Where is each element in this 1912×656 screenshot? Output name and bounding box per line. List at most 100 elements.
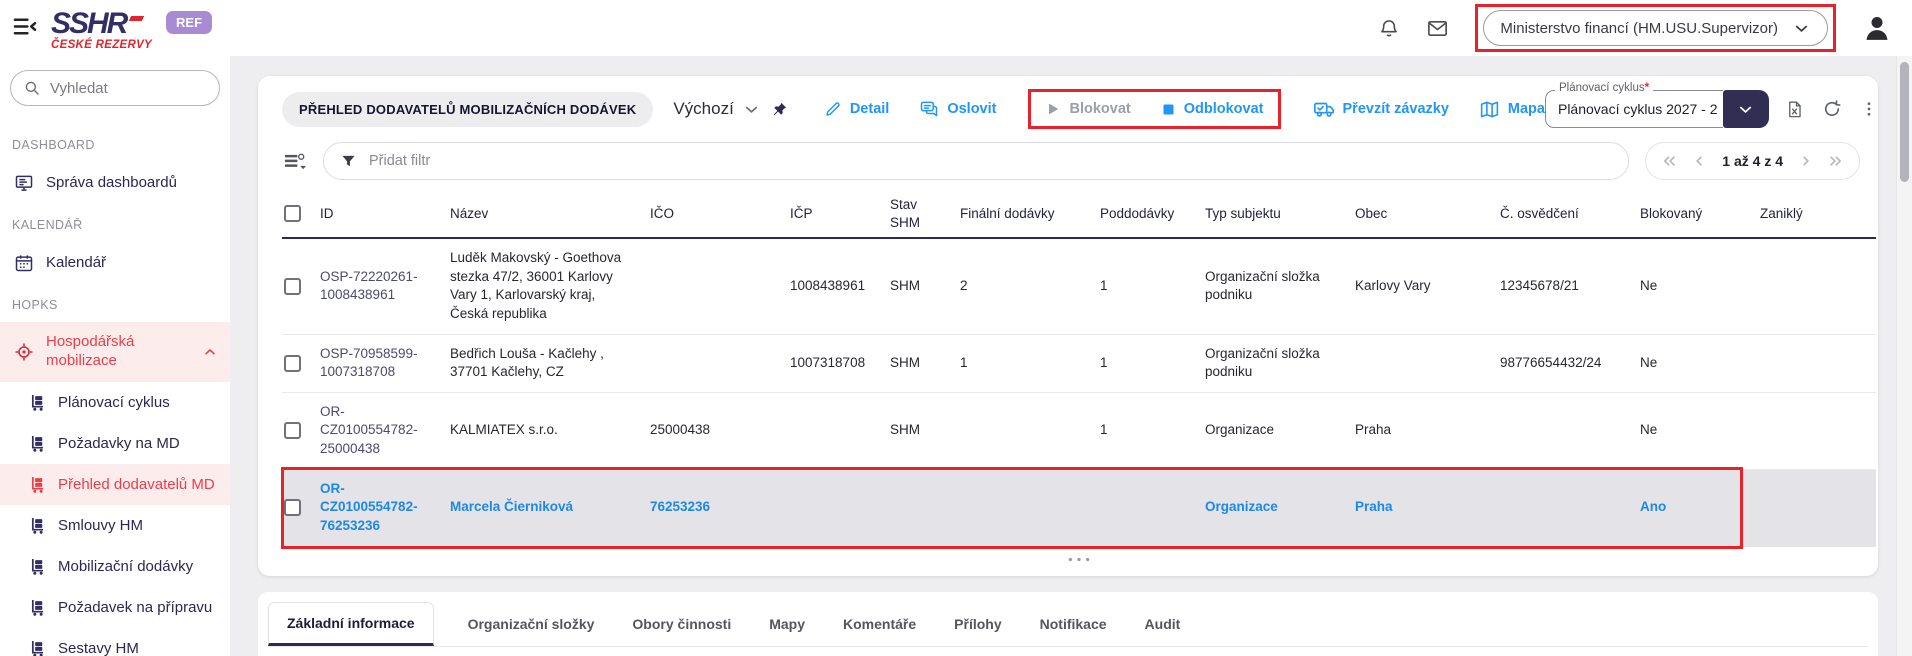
cell-id[interactable]: OSP-70958599-1007318708 bbox=[320, 346, 418, 380]
tab-notifikace[interactable]: Notifikace bbox=[1036, 604, 1111, 646]
row-checkbox[interactable] bbox=[284, 422, 301, 439]
mail-icon[interactable] bbox=[1426, 17, 1449, 40]
supply-icon bbox=[28, 475, 47, 494]
annotation-box-block-buttons: Blokovat Odblokovat bbox=[1028, 89, 1280, 129]
avatar-icon[interactable] bbox=[1862, 13, 1892, 43]
column-header[interactable]: Č. osvědčení bbox=[1500, 199, 1640, 229]
kebab-menu-icon[interactable] bbox=[1860, 100, 1878, 118]
pin-icon[interactable] bbox=[771, 101, 788, 118]
planning-cycle-dropdown-button[interactable] bbox=[1723, 90, 1769, 128]
view-selector[interactable]: Výchozí bbox=[673, 99, 760, 119]
table-row[interactable]: OSP-72220261-1008438961Luděk Makovský - … bbox=[282, 239, 1876, 335]
sidebar-subitem[interactable]: Sestavy HM bbox=[0, 628, 230, 656]
window-scrollbar bbox=[1896, 56, 1912, 656]
bell-icon[interactable] bbox=[1378, 17, 1400, 39]
density-icon[interactable] bbox=[282, 149, 307, 174]
cell-c-osvedceni: 12345678/21 bbox=[1500, 278, 1579, 293]
sidebar-subitem[interactable]: Smlouvy HM bbox=[0, 505, 230, 546]
toolbar-utility-icons bbox=[1785, 99, 1878, 119]
column-header[interactable]: Stav SHM bbox=[890, 190, 960, 237]
row-checkbox[interactable] bbox=[284, 278, 301, 295]
cell-stav-shm: SHM bbox=[890, 355, 920, 370]
scrollbar-thumb[interactable] bbox=[1900, 62, 1909, 182]
action-button-p-evz-t-z-vazky[interactable]: Převzít závazky bbox=[1313, 98, 1449, 120]
action-button-oslovit[interactable]: Oslovit bbox=[919, 99, 996, 119]
cell-blokovany: Ano bbox=[1640, 499, 1666, 514]
tab-mapy[interactable]: Mapy bbox=[765, 604, 809, 646]
search-input[interactable] bbox=[50, 80, 190, 97]
sidebar-subitem-label: Požadavek na přípravu bbox=[58, 599, 212, 616]
tab-organiza-n-slo-ky[interactable]: Organizační složky bbox=[464, 604, 599, 646]
column-header[interactable]: Poddodávky bbox=[1100, 199, 1205, 229]
app-logo: SSHR ČESKÉ REZERVY bbox=[51, 9, 152, 52]
annotation-box-role-select: Ministerstvo financí (HM.USU.Supervizor) bbox=[1475, 4, 1836, 52]
cell-blokovany: Ne bbox=[1640, 422, 1657, 437]
sidebar-item[interactable]: Hospodářská mobilizace bbox=[0, 322, 230, 382]
add-filter-input[interactable] bbox=[369, 153, 1612, 169]
action-label: Detail bbox=[850, 101, 890, 117]
column-header[interactable]: Blokovaný bbox=[1640, 199, 1760, 229]
cell-id[interactable]: OR-CZ0100554782-76253236 bbox=[320, 481, 418, 533]
chevron-right-icon[interactable] bbox=[1797, 152, 1815, 170]
sidebar-item-label: Kalendář bbox=[46, 254, 218, 273]
sidebar-search bbox=[10, 70, 220, 106]
sidebar-item[interactable]: Správa dashboardů bbox=[0, 162, 230, 204]
tab-p-lohy[interactable]: Přílohy bbox=[950, 604, 1005, 646]
app-window: SSHR ČESKÉ REZERVY REF Ministerstvo fina… bbox=[0, 0, 1912, 656]
action-label: Odblokovat bbox=[1184, 101, 1264, 117]
column-header[interactable]: ID bbox=[320, 199, 450, 229]
cell-id[interactable]: OR-CZ0100554782-25000438 bbox=[320, 404, 418, 456]
filter-input-wrap bbox=[323, 142, 1629, 180]
action-button-mapa[interactable]: Mapa bbox=[1479, 99, 1545, 120]
menu-collapse-icon[interactable] bbox=[12, 15, 37, 38]
refresh-icon[interactable] bbox=[1822, 99, 1842, 119]
tab-koment-e[interactable]: Komentáře bbox=[839, 604, 920, 646]
last-page-icon[interactable] bbox=[1827, 152, 1845, 170]
row-height-expander[interactable] bbox=[282, 547, 1876, 574]
table-row[interactable]: OR-CZ0100554782-25000438KALMIATEX s.r.o.… bbox=[282, 393, 1876, 470]
detail-tabs-card: Základní informace Organizační složky Obor… bbox=[258, 592, 1878, 656]
column-header[interactable]: Finální dodávky bbox=[960, 199, 1100, 229]
row-checkbox[interactable] bbox=[284, 499, 301, 516]
cell-id[interactable]: OSP-72220261-1008438961 bbox=[320, 269, 418, 303]
sidebar-subitem[interactable]: Přehled dodavatelů MD bbox=[0, 464, 230, 505]
column-header[interactable]: Obec bbox=[1355, 199, 1500, 229]
role-select[interactable]: Ministerstvo financí (HM.USU.Supervizor) bbox=[1483, 10, 1828, 46]
column-header[interactable]: Zaniklý bbox=[1760, 199, 1876, 229]
column-header[interactable]: IČO bbox=[650, 199, 790, 229]
sidebar-subitem[interactable]: Požadavek na přípravu bbox=[0, 587, 230, 628]
row-checkbox[interactable] bbox=[284, 355, 301, 372]
table-body: OSP-72220261-1008438961Luděk Makovský - … bbox=[282, 239, 1876, 547]
sidebar-subitem-label: Sestavy HM bbox=[58, 640, 139, 656]
suppliers-table: IDNázevIČOIČPStav SHMFinální dodávkyPodd… bbox=[258, 190, 1876, 574]
action-button-odblokovat[interactable]: Odblokovat bbox=[1161, 101, 1264, 117]
first-page-icon[interactable] bbox=[1660, 152, 1678, 170]
column-header[interactable]: Název bbox=[450, 199, 650, 229]
table-row[interactable]: OSP-70958599-1007318708Bedřich Louša - K… bbox=[282, 335, 1876, 393]
planning-cycle-label: Plánovací cyklus* bbox=[1555, 82, 1653, 94]
planning-cycle-field[interactable]: Plánovací cyklus* Plánovací cyklus 2027 … bbox=[1545, 90, 1723, 128]
chevron-left-icon[interactable] bbox=[1690, 152, 1708, 170]
action-button-detail[interactable]: Detail bbox=[824, 100, 890, 118]
cell-typ-subjektu: Organizační složka podniku bbox=[1205, 269, 1320, 303]
sidebar-item[interactable]: Kalendář bbox=[0, 242, 230, 284]
excel-export-icon[interactable] bbox=[1785, 100, 1804, 119]
tab-obory-innosti[interactable]: Obory činnosti bbox=[628, 604, 735, 646]
pagination: 1 až 4 z 4 bbox=[1645, 142, 1860, 180]
column-header[interactable]: Typ subjektu bbox=[1205, 199, 1355, 229]
tab-audit[interactable]: Audit bbox=[1141, 604, 1185, 646]
select-all-checkbox[interactable] bbox=[284, 205, 301, 222]
sidebar-subitem[interactable]: Plánovací cyklus bbox=[0, 382, 230, 423]
tab-z-kladn-informace[interactable]: Základní informace bbox=[268, 602, 434, 646]
action-label: Blokovat bbox=[1069, 101, 1130, 117]
sidebar-subitem[interactable]: Požadavky na MD bbox=[0, 423, 230, 464]
cell-nazev: Marcela Čierniková bbox=[450, 499, 573, 514]
sidebar: DASHBOARDSpráva dashboardůKALENDÁŘKalend… bbox=[0, 56, 230, 656]
table-row[interactable]: OR-CZ0100554782-76253236 Marcela Čierniko… bbox=[282, 470, 1876, 547]
planning-cycle-select: Plánovací cyklus* Plánovací cyklus 2027 … bbox=[1545, 90, 1769, 128]
sidebar-subitem[interactable]: Mobilizační dodávky bbox=[0, 546, 230, 587]
column-header[interactable]: IČP bbox=[790, 199, 890, 229]
toolbar-actions: Detail Oslovit Blokovat Odblokovat Převzít z… bbox=[824, 98, 1545, 120]
action-button-blokovat[interactable]: Blokovat bbox=[1045, 101, 1130, 117]
ellipsis-icon bbox=[1066, 555, 1092, 564]
